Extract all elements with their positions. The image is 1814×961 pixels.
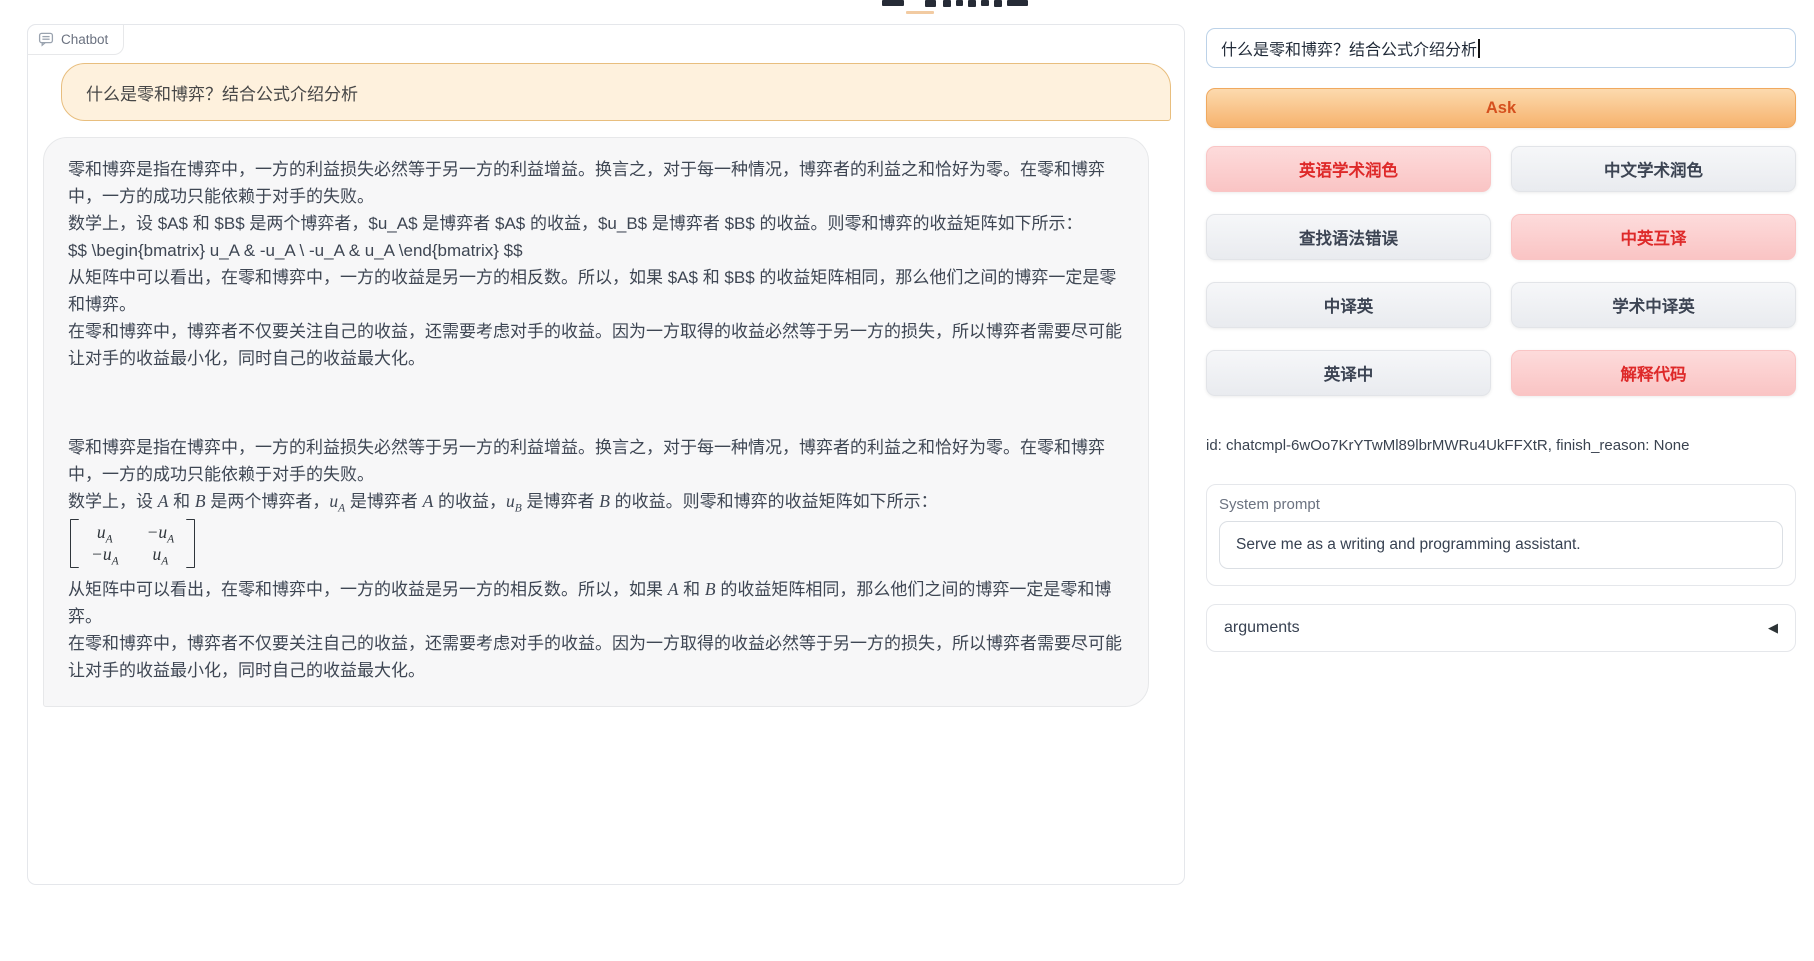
ask-button[interactable]: Ask: [1206, 88, 1796, 128]
accordion-collapsed-triangle-icon: ◀: [1768, 620, 1778, 636]
clipped-title-fragment: [1007, 0, 1028, 6]
matrix-cell: uA: [97, 522, 113, 543]
question-input[interactable]: 什么是零和博弈？结合公式介绍分析: [1206, 28, 1796, 68]
user-message-bubble: 什么是零和博弈？结合公式介绍分析: [61, 63, 1171, 121]
matrix-cell: uA: [153, 544, 169, 565]
bot-paragraph: 从矩阵中可以看出，在零和博弈中，一方的收益是另一方的相反数。所以，如果 $A$ …: [68, 264, 1124, 318]
clipped-title-fragment: [906, 11, 934, 14]
clipped-title-fragment: [882, 0, 904, 6]
bot-paragraph-with-math: 数学上，设 A 和 B 是两个博弈者，uA 是博弈者 A 的收益，uB 是博弈者…: [68, 488, 1124, 515]
clipped-title-fragment: [943, 0, 951, 7]
question-input-value: 什么是零和博弈？结合公式介绍分析: [1221, 36, 1477, 60]
clipped-title-fragment: [981, 0, 989, 6]
system-prompt-panel: System prompt Serve me as a writing and …: [1206, 484, 1796, 586]
system-prompt-input[interactable]: Serve me as a writing and programming as…: [1219, 521, 1783, 569]
user-message-text: 什么是零和博弈？结合公式介绍分析: [86, 80, 358, 105]
bot-paragraph: 数学上，设 $A$ 和 $B$ 是两个博弈者，$u_A$ 是博弈者 $A$ 的收…: [68, 210, 1124, 237]
bot-paragraph: 在零和博弈中，博弈者不仅要关注自己的收益，还需要考虑对手的收益。因为一方取得的收…: [68, 318, 1124, 372]
bot-paragraph-formula-raw: $$ \begin{bmatrix} u_A & -u_A \ -u_A & u…: [68, 237, 1124, 264]
payoff-matrix: uA −uA −uA uA: [70, 519, 195, 568]
button-explain-code[interactable]: 解释代码: [1511, 350, 1796, 396]
chatbot-label-text: Chatbot: [61, 32, 108, 47]
bot-paragraph: 零和博弈是指在博弈中，一方的利益损失必然等于另一方的利益增益。换言之，对于每一种…: [68, 434, 1124, 488]
bot-message-bubble: 零和博弈是指在博弈中，一方的利益损失必然等于另一方的利益增益。换言之，对于每一种…: [43, 137, 1149, 707]
matrix-left-bracket: [70, 519, 79, 568]
bot-paragraph-with-math: 从矩阵中可以看出，在零和博弈中，一方的收益是另一方的相反数。所以，如果 A 和 …: [68, 576, 1124, 630]
quick-action-grid: 英语学术润色 中文学术润色 查找语法错误 中英互译 中译英 学术中译英 英译中 …: [1206, 146, 1796, 396]
clipped-title-fragment: [994, 0, 1002, 7]
matrix-right-bracket: [186, 519, 195, 568]
text-cursor: [1478, 39, 1480, 58]
button-academic-zh-to-en[interactable]: 学术中译英: [1511, 282, 1796, 328]
response-status-line: id: chatcmpl-6wOo7KrYTwMl89lbrMWRu4UkFFX…: [1206, 437, 1690, 454]
app: { "chatbot": { "label": "Chatbot", "user…: [0, 0, 1814, 961]
button-zh-en-mutual-translate[interactable]: 中英互译: [1511, 214, 1796, 260]
chat-bubble-icon: [38, 31, 54, 47]
button-zh-to-en[interactable]: 中译英: [1206, 282, 1491, 328]
button-chinese-academic-polish[interactable]: 中文学术润色: [1511, 146, 1796, 192]
bot-paragraph: 在零和博弈中，博弈者不仅要关注自己的收益，还需要考虑对手的收益。因为一方取得的收…: [68, 630, 1124, 684]
arguments-accordion[interactable]: arguments ◀: [1206, 604, 1796, 652]
matrix-cell: −uA: [147, 522, 175, 543]
button-en-to-zh[interactable]: 英译中: [1206, 350, 1491, 396]
clipped-title-fragment: [968, 0, 976, 7]
clipped-title-fragment: [925, 0, 936, 7]
chatbot-label: Chatbot: [27, 24, 124, 55]
chatbot-panel[interactable]: Chatbot 什么是零和博弈？结合公式介绍分析 零和博弈是指在博弈中，一方的利…: [27, 24, 1185, 885]
matrix-cell: −uA: [91, 544, 119, 565]
message-gap: [68, 372, 1124, 434]
system-prompt-value: Serve me as a writing and programming as…: [1236, 536, 1581, 554]
system-prompt-label: System prompt: [1219, 496, 1783, 513]
arguments-accordion-label: arguments: [1224, 619, 1300, 637]
button-english-academic-polish[interactable]: 英语学术润色: [1206, 146, 1491, 192]
bot-paragraph: 零和博弈是指在博弈中，一方的利益损失必然等于另一方的利益增益。换言之，对于每一种…: [68, 156, 1124, 210]
clipped-title-fragment: [956, 0, 963, 6]
button-find-grammar-errors[interactable]: 查找语法错误: [1206, 214, 1491, 260]
